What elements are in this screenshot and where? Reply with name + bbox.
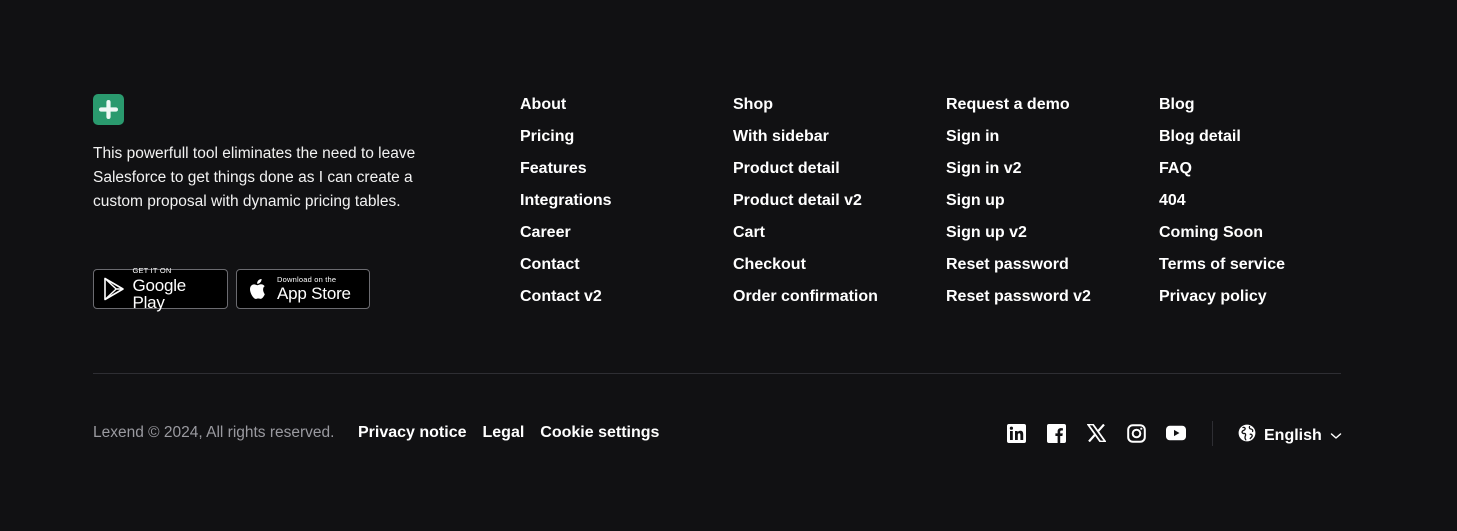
footer-link[interactable]: Sign in <box>946 127 1091 159</box>
footer-link[interactable]: Shop <box>733 95 878 127</box>
footer-link[interactable]: Career <box>520 223 612 255</box>
copyright-text: Lexend © 2024, All rights reserved. <box>93 424 335 441</box>
footer-column-shop: Shop With sidebar Product detail Product… <box>733 95 878 319</box>
footer-link[interactable]: Pricing <box>520 127 612 159</box>
privacy-notice-link[interactable]: Privacy notice <box>358 424 467 442</box>
footer-link[interactable]: Reset password v2 <box>946 287 1091 319</box>
chevron-down-icon <box>1330 427 1342 445</box>
google-play-small-label: GET IT ON <box>132 266 172 276</box>
footer-link[interactable]: Reset password <box>946 255 1091 287</box>
social-links <box>1006 423 1186 443</box>
facebook-icon[interactable] <box>1046 423 1066 443</box>
footer-brand: This powerfull tool eliminates the need … <box>93 94 433 214</box>
plus-logo-icon[interactable] <box>93 94 124 125</box>
footer-link[interactable]: Privacy policy <box>1159 287 1285 319</box>
app-store-button[interactable]: Download on the App Store <box>236 269 370 309</box>
footer-link[interactable]: FAQ <box>1159 159 1285 191</box>
footer-column-account: Request a demo Sign in Sign in v2 Sign u… <box>946 95 1091 319</box>
footer-tagline: This powerfull tool eliminates the need … <box>93 145 416 210</box>
footer-link[interactable]: Checkout <box>733 255 878 287</box>
globe-icon <box>1238 424 1256 447</box>
footer-link[interactable]: Sign up <box>946 191 1091 223</box>
app-store-buttons: GET IT ON Google Play Download on the Ap… <box>93 267 370 311</box>
language-selector[interactable]: English <box>1238 424 1342 447</box>
footer-link[interactable]: Contact v2 <box>520 287 612 319</box>
app-store-text: Download on the App Store <box>277 276 351 303</box>
footer-link[interactable]: 404 <box>1159 191 1285 223</box>
footer-link[interactable]: About <box>520 95 612 127</box>
footer-vertical-separator <box>1212 421 1213 446</box>
footer-link[interactable]: Sign in v2 <box>946 159 1091 191</box>
google-play-icon <box>103 276 125 302</box>
apple-icon <box>246 276 270 302</box>
footer-link[interactable]: Integrations <box>520 191 612 223</box>
footer-link[interactable]: Contact <box>520 255 612 287</box>
footer-column-company: About Pricing Features Integrations Care… <box>520 95 612 319</box>
x-icon[interactable] <box>1086 423 1106 443</box>
linkedin-icon[interactable] <box>1006 423 1026 443</box>
instagram-icon[interactable] <box>1126 423 1146 443</box>
footer-link[interactable]: Sign up v2 <box>946 223 1091 255</box>
footer-link[interactable]: Cart <box>733 223 878 255</box>
footer-link[interactable]: Features <box>520 159 612 191</box>
footer-link[interactable]: Order confirmation <box>733 287 878 319</box>
footer-link[interactable]: Product detail v2 <box>733 191 878 223</box>
app-store-label: App Store <box>277 284 351 304</box>
legal-link[interactable]: Legal <box>483 424 525 442</box>
app-store-small-label: Download on the <box>277 274 337 284</box>
google-play-button[interactable]: GET IT ON Google Play <box>93 267 228 311</box>
footer-link[interactable]: Blog detail <box>1159 127 1285 159</box>
cookie-settings-link[interactable]: Cookie settings <box>540 424 659 442</box>
footer-link[interactable]: Request a demo <box>946 95 1091 127</box>
footer-link[interactable]: Product detail <box>733 159 878 191</box>
legal-links: Privacy notice Legal Cookie settings <box>358 424 659 442</box>
footer-link[interactable]: With sidebar <box>733 127 878 159</box>
footer-link[interactable]: Terms of service <box>1159 255 1285 287</box>
google-play-label: Google Play <box>132 275 187 312</box>
footer-divider <box>93 373 1341 374</box>
language-label: English <box>1264 426 1322 444</box>
youtube-icon[interactable] <box>1166 423 1186 443</box>
google-play-text: GET IT ON Google Play <box>132 267 217 311</box>
footer-link[interactable]: Blog <box>1159 95 1285 127</box>
footer-column-resources: Blog Blog detail FAQ 404 Coming Soon Ter… <box>1159 95 1285 319</box>
footer-link[interactable]: Coming Soon <box>1159 223 1285 255</box>
